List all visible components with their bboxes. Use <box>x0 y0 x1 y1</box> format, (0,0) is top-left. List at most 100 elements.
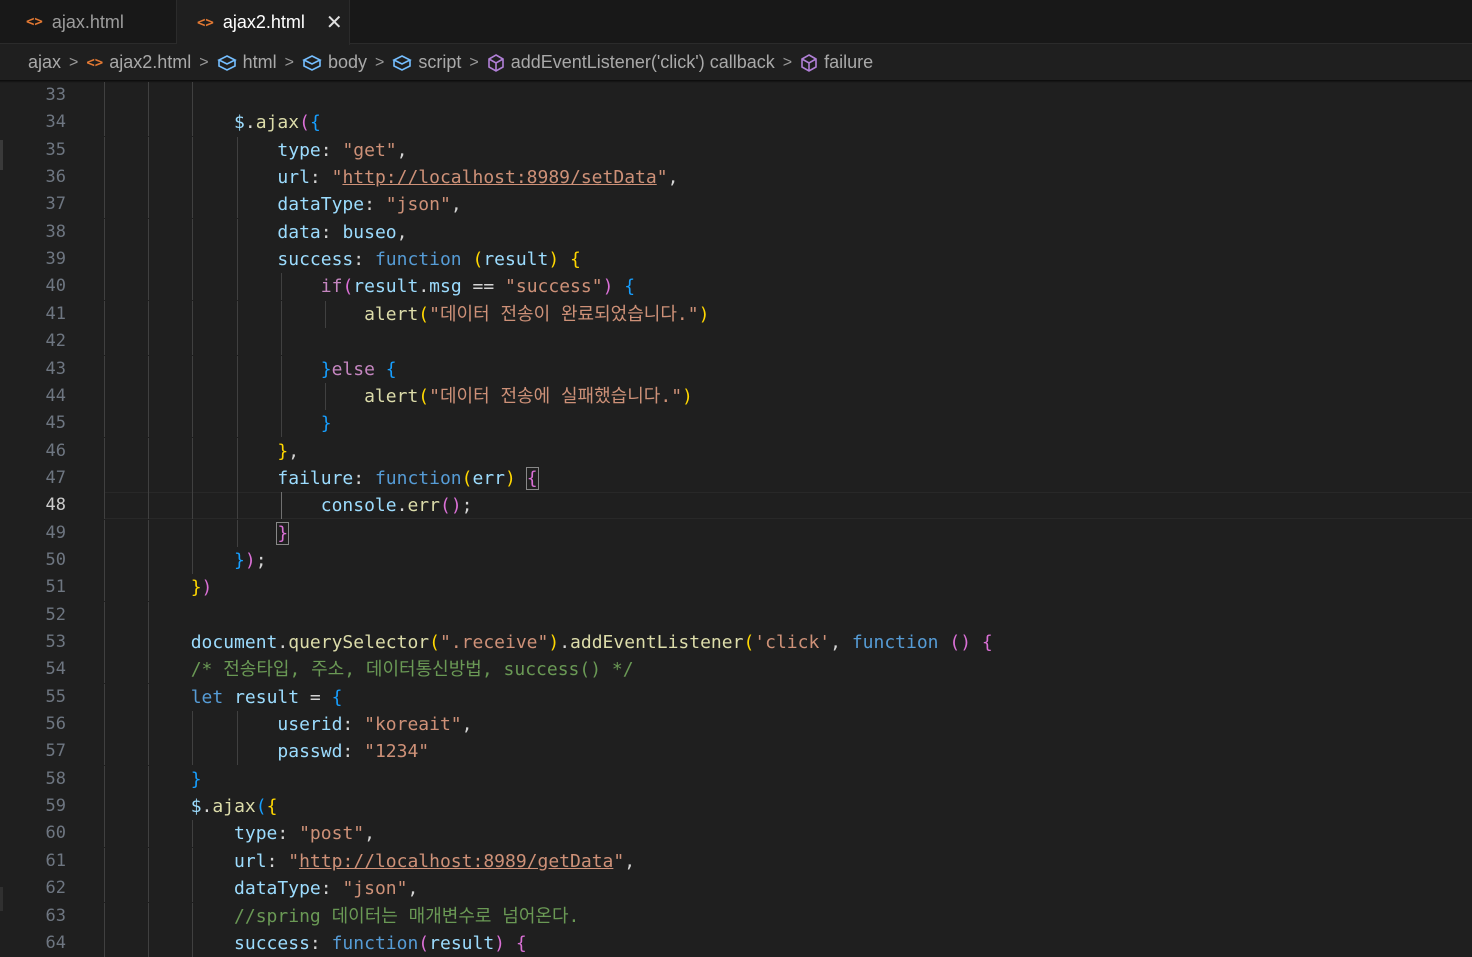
code-line[interactable]: 61 url: "http://localhost:8989/getData", <box>0 847 1472 875</box>
code-token: success <box>277 249 354 271</box>
code-text: url: "http://localhost:8989/getData", <box>104 848 635 875</box>
code-line[interactable]: 43 }else { <box>0 355 1472 383</box>
code-token: "success" <box>505 276 603 298</box>
code-token: err <box>407 495 440 517</box>
code-line[interactable]: 64 success: function(result) { <box>0 929 1472 957</box>
code-line[interactable]: 38 data: buseo, <box>0 218 1472 246</box>
code-token: if <box>320 276 343 298</box>
method-icon <box>487 53 504 72</box>
line-number: 43 <box>45 358 66 379</box>
code-line[interactable]: 33 <box>0 82 1472 109</box>
code-line[interactable]: 35 type: "get", <box>0 136 1472 164</box>
code-token: ( <box>439 495 451 517</box>
breadcrumb-item-script[interactable]: script <box>392 52 461 73</box>
code-editor[interactable]: 33 34 $.ajax({35 type: "get", 36 url: "htt… <box>0 82 1472 957</box>
code-line[interactable]: 54 /* 전송타입, 주소, 데이터통신방법, success() */ <box>0 656 1472 684</box>
breadcrumb-item-callback[interactable]: addEventListener('click') callback <box>487 52 775 73</box>
line-number: 47 <box>45 467 66 488</box>
code-text: } <box>104 410 332 437</box>
code-line[interactable]: 44 alert("데이터 전송에 실패했습니다.") <box>0 382 1472 410</box>
breadcrumb-label: body <box>327 52 368 72</box>
breadcrumb-item-file[interactable]: <> ajax2.html <box>86 52 191 73</box>
code-text: let result = { <box>104 684 343 711</box>
code-line[interactable]: 49 } <box>0 519 1472 547</box>
code-token: { <box>266 796 278 818</box>
code-text: } <box>104 520 290 547</box>
code-token: ) <box>602 276 614 298</box>
code-token: . <box>277 632 289 653</box>
code-line[interactable]: 52 <box>0 601 1472 629</box>
code-token: result <box>483 249 549 271</box>
code-token: buseo <box>342 221 397 243</box>
code-token: function <box>851 632 939 653</box>
code-line[interactable]: 48 console.err(); <box>0 492 1472 520</box>
close-icon[interactable]: ✕ <box>326 10 343 35</box>
code-token: ) <box>548 632 560 653</box>
indent-guide <box>148 601 150 629</box>
tab-ajax2-html[interactable]: <> ajax2.html ✕ <box>177 0 350 45</box>
code-line[interactable]: 53 document.querySelector(".receive").ad… <box>0 629 1472 656</box>
code-line[interactable]: 51 }) <box>0 574 1472 602</box>
code-token: { <box>624 276 636 298</box>
code-line[interactable]: 37 dataType: "json", <box>0 191 1472 219</box>
indent-guide <box>192 328 194 356</box>
code-token: " <box>331 167 343 189</box>
code-line[interactable]: 57 passwd: "1234" <box>0 738 1472 766</box>
code-token: err <box>472 467 505 489</box>
code-token: } <box>320 413 332 435</box>
code-line[interactable]: 58 } <box>0 765 1472 793</box>
code-token: : <box>364 194 386 216</box>
code-token: document <box>190 632 278 653</box>
breadcrumb-item-folder[interactable]: ajax <box>28 52 61 73</box>
line-number: 55 <box>45 686 66 707</box>
code-line[interactable]: 55 let result = { <box>0 683 1472 711</box>
breadcrumb-item-body[interactable]: body <box>302 52 367 73</box>
code-token: } <box>320 358 332 380</box>
breadcrumb-item-html[interactable]: html <box>216 52 277 73</box>
code-line[interactable]: 60 type: "post", <box>0 820 1472 848</box>
code-line[interactable]: 34 $.ajax({ <box>0 109 1472 137</box>
code-token: " <box>656 167 668 189</box>
code-token: ( <box>299 112 310 134</box>
code-line[interactable]: 63 //spring 데이터는 매개변수로 넘어온다. <box>0 902 1472 930</box>
code-line[interactable]: 45 } <box>0 410 1472 438</box>
line-number: 45 <box>45 413 66 434</box>
code-token: , <box>288 440 300 462</box>
line-number: 36 <box>45 167 66 188</box>
tab-ajax-html[interactable]: <> ajax.html <box>0 0 177 44</box>
line-number: 61 <box>45 850 66 871</box>
code-line[interactable]: 46 }, <box>0 437 1472 465</box>
code-line[interactable]: 40 if(result.msg == "success") { <box>0 273 1472 301</box>
code-line[interactable]: 50 }); <box>0 546 1472 574</box>
code-token: { <box>515 932 527 954</box>
html-file-icon: <> <box>86 54 104 71</box>
code-token: console <box>320 495 397 517</box>
code-token: . <box>396 495 408 517</box>
code-token: : <box>353 467 375 489</box>
code-line[interactable]: 56 userid: "koreait", <box>0 711 1472 739</box>
code-line[interactable]: 59 $.ajax({ <box>0 793 1472 821</box>
code-token: ( <box>342 276 354 298</box>
code-line[interactable]: 42 <box>0 328 1472 356</box>
code-line[interactable]: 62 dataType: "json", <box>0 875 1472 903</box>
code-token: { <box>570 249 581 271</box>
code-token: "1234" <box>364 741 430 763</box>
line-number: 54 <box>45 659 66 680</box>
chevron-right-icon: > <box>782 53 793 71</box>
code-token: ( <box>418 385 430 407</box>
code-line[interactable]: 39 success: function (result) { <box>0 246 1472 274</box>
code-line[interactable]: 47 failure: function(err) { <box>0 464 1472 492</box>
line-number: 53 <box>45 632 66 652</box>
code-token: ) <box>494 932 506 954</box>
code-token: } <box>234 549 245 571</box>
breadcrumb-item-failure[interactable]: failure <box>800 52 873 73</box>
element-icon <box>302 54 322 71</box>
code-line[interactable]: 41 alert("데이터 전송이 완료되었습니다.") <box>0 300 1472 328</box>
code-line[interactable]: 36 url: "http://localhost:8989/setData", <box>0 164 1472 192</box>
